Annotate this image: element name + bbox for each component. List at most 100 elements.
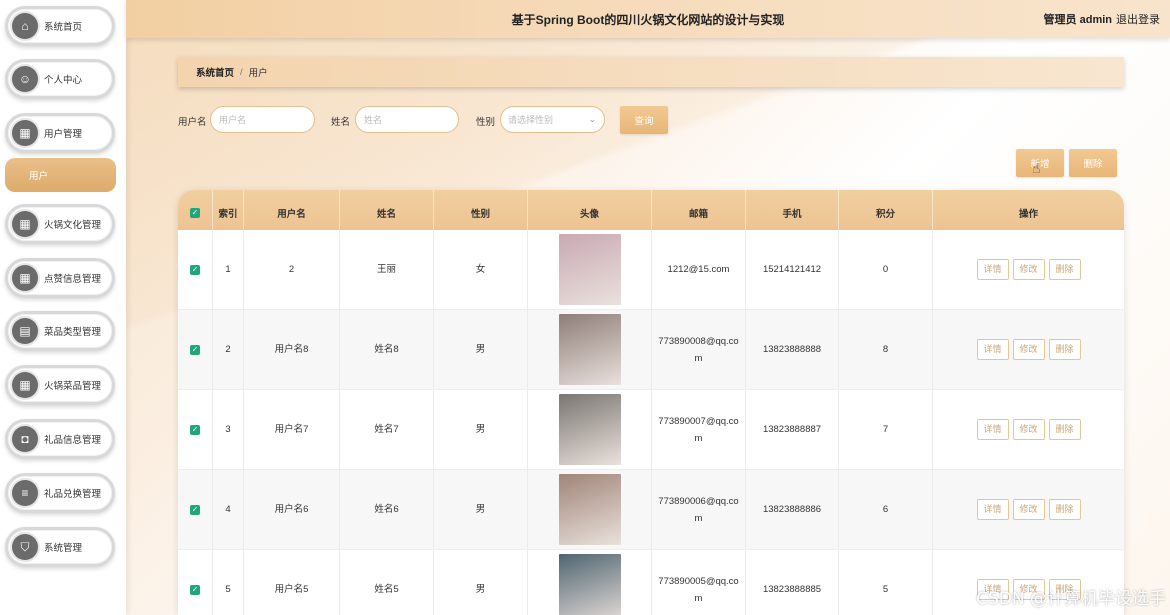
user-table: ✓ 索引 用户名 姓名 性别 头像 邮箱 手机 积分 操作 ✓ 1 2 王丽 女 1212… xyxy=(178,190,1124,615)
table-cell: 详情 修改 删除 xyxy=(933,310,1124,389)
query-button[interactable]: 查询 xyxy=(620,106,668,134)
sidebar-item-gift-exchange[interactable]: ≡ 礼品兑换管理 xyxy=(5,473,115,513)
cell-points: 7 xyxy=(882,424,889,435)
detail-button[interactable]: 详情 xyxy=(976,259,1009,280)
name-input[interactable] xyxy=(355,106,459,133)
sidebar-item-home[interactable]: ⌂ 系统首页 xyxy=(5,6,115,46)
column-header: 手机 xyxy=(746,190,839,230)
sidebar-item-profile[interactable]: ☺ 个人中心 xyxy=(5,59,115,99)
table-cell: 13823888887 xyxy=(746,390,839,469)
row-checkbox[interactable]: ✓ xyxy=(190,584,200,595)
table-cell xyxy=(528,390,652,469)
grid-icon: ▦ xyxy=(12,265,38,291)
table-cell xyxy=(528,230,652,309)
sidebar-item-likes[interactable]: ▦ 点赞信息管理 xyxy=(5,258,115,298)
delete-button[interactable]: 删除 xyxy=(1048,419,1081,440)
table-cell: 13823888886 xyxy=(746,470,839,549)
edit-button[interactable]: 修改 xyxy=(1012,339,1045,360)
select-all-cell[interactable]: ✓ xyxy=(178,190,213,230)
gender-label: 性别 xyxy=(476,117,496,128)
table-header: ✓ 索引 用户名 姓名 性别 头像 邮箱 手机 积分 操作 xyxy=(178,190,1124,230)
cell-index: 5 xyxy=(225,584,231,595)
table-body: ✓ 1 2 王丽女 1212@15.com 15214121412 0 详情 修改 删除 ✓ 2 用户名… xyxy=(178,230,1124,615)
bag-icon: ◘ xyxy=(12,426,38,452)
breadcrumb: 系统首页 / 用户 xyxy=(178,57,1124,87)
sidebar-item-hotpot-culture[interactable]: ▦ 火锅文化管理 xyxy=(5,204,115,244)
row-checkbox[interactable]: ✓ xyxy=(190,504,200,515)
table-cell: 1212@15.com xyxy=(652,230,746,309)
table-cell: 男 xyxy=(434,390,528,469)
table-cell: 1 xyxy=(213,230,244,309)
cell-index: 4 xyxy=(225,504,231,515)
detail-button[interactable]: 详情 xyxy=(976,499,1009,520)
sidebar-item-user-management[interactable]: ▦ 用户管理 xyxy=(5,113,115,153)
row-checkbox[interactable]: ✓ xyxy=(190,344,200,355)
cell-points: 5 xyxy=(882,584,889,595)
sidebar-item-hotpot-dishes[interactable]: ▦ 火锅菜品管理 xyxy=(5,365,115,405)
table-cell: 7 xyxy=(839,390,933,469)
avatar xyxy=(558,554,621,615)
table-cell: 男 xyxy=(434,310,528,389)
cell-gender: 男 xyxy=(475,504,486,515)
edit-button[interactable]: 修改 xyxy=(1012,499,1045,520)
table-cell: 15214121412 xyxy=(746,230,839,309)
delete-button[interactable]: 删除 xyxy=(1048,499,1081,520)
watermark: CSDN @计算机毕设选手 xyxy=(976,589,1166,609)
breadcrumb-home[interactable]: 系统首页 xyxy=(196,65,234,79)
detail-button[interactable]: 详情 xyxy=(976,339,1009,360)
avatar xyxy=(558,474,621,545)
cell-points: 0 xyxy=(882,264,889,275)
table-cell: 用户名8 xyxy=(244,310,340,389)
sidebar-item-gifts[interactable]: ◘ 礼品信息管理 xyxy=(5,419,115,459)
delete-button[interactable]: 删除 xyxy=(1048,259,1081,280)
table-cell: 2 xyxy=(213,310,244,389)
table-cell: 姓名8 xyxy=(340,310,434,389)
cell-name: 姓名6 xyxy=(374,504,399,515)
cell-username: 用户名7 xyxy=(274,424,309,435)
cell-username: 2 xyxy=(288,264,295,275)
table-cell: ✓ xyxy=(178,470,213,549)
edit-button[interactable]: 修改 xyxy=(1012,419,1045,440)
table-cell: ✓ xyxy=(178,550,213,615)
sidebar-item-label: 个人中心 xyxy=(44,75,83,86)
gender-select[interactable]: 请选择性别 ⌄ xyxy=(500,106,605,133)
sidebar-item-label: 点赞信息管理 xyxy=(44,274,102,285)
table-cell: 详情 修改 删除 xyxy=(933,470,1124,549)
table-cell: ✓ xyxy=(178,230,213,309)
table-cell: 773890006@qq.co m xyxy=(652,470,746,549)
name-label: 姓名 xyxy=(331,117,351,128)
select-all-checkbox[interactable]: ✓ xyxy=(190,208,200,218)
username-input[interactable] xyxy=(210,106,315,133)
column-header: 操作 xyxy=(1018,209,1038,220)
sidebar-subitem-users[interactable]: 用户 xyxy=(5,158,116,192)
column-header: 头像 xyxy=(528,190,652,230)
cell-email: 1212@15.com xyxy=(667,264,730,275)
chevron-down-icon: ⌄ xyxy=(588,114,596,124)
user-icon: ☺ xyxy=(12,66,38,92)
sidebar-item-label: 系统管理 xyxy=(44,543,83,554)
table-cell: 0 xyxy=(839,230,933,309)
avatar xyxy=(558,234,621,305)
cell-name: 姓名8 xyxy=(374,344,399,355)
column-header: 积分 xyxy=(839,190,933,230)
table-cell: ✓ xyxy=(178,390,213,469)
sidebar: ⌂ 系统首页 ☺ 个人中心 ▦ 用户管理 用户 ▦ 火锅文化管理 ▦ 点赞信息管… xyxy=(0,0,126,615)
column-header: 性别 xyxy=(434,190,528,230)
table-row: ✓ 4 用户名6 姓名6 男 773890006@qq.co m 13823888886 6 详… xyxy=(178,470,1124,550)
edit-button[interactable]: 修改 xyxy=(1012,259,1045,280)
table-cell: 详情 修改 删除 xyxy=(933,230,1124,309)
detail-button[interactable]: 详情 xyxy=(976,419,1009,440)
cell-username: 用户名8 xyxy=(274,344,309,355)
page-title: 基于Spring Boot的四川火锅文化网站的设计与实现 xyxy=(511,13,785,27)
table-cell xyxy=(528,310,652,389)
row-checkbox[interactable]: ✓ xyxy=(190,264,200,275)
batch-delete-button[interactable]: 删除 xyxy=(1069,149,1117,177)
table-row: ✓ 1 2 王丽 女 1212@15.com 15214121412 0 详情 修改 删除 xyxy=(178,230,1124,310)
sidebar-item-system[interactable]: ⛉ 系统管理 xyxy=(5,527,115,567)
sidebar-item-dish-types[interactable]: ▤ 菜品类型管理 xyxy=(5,311,115,351)
hand-pointer-icon: ☝ xyxy=(1032,160,1041,176)
row-checkbox[interactable]: ✓ xyxy=(190,424,200,435)
document-icon: ▤ xyxy=(12,318,38,344)
delete-button[interactable]: 删除 xyxy=(1048,339,1081,360)
logout-link[interactable]: 退出登录 xyxy=(1116,11,1160,27)
